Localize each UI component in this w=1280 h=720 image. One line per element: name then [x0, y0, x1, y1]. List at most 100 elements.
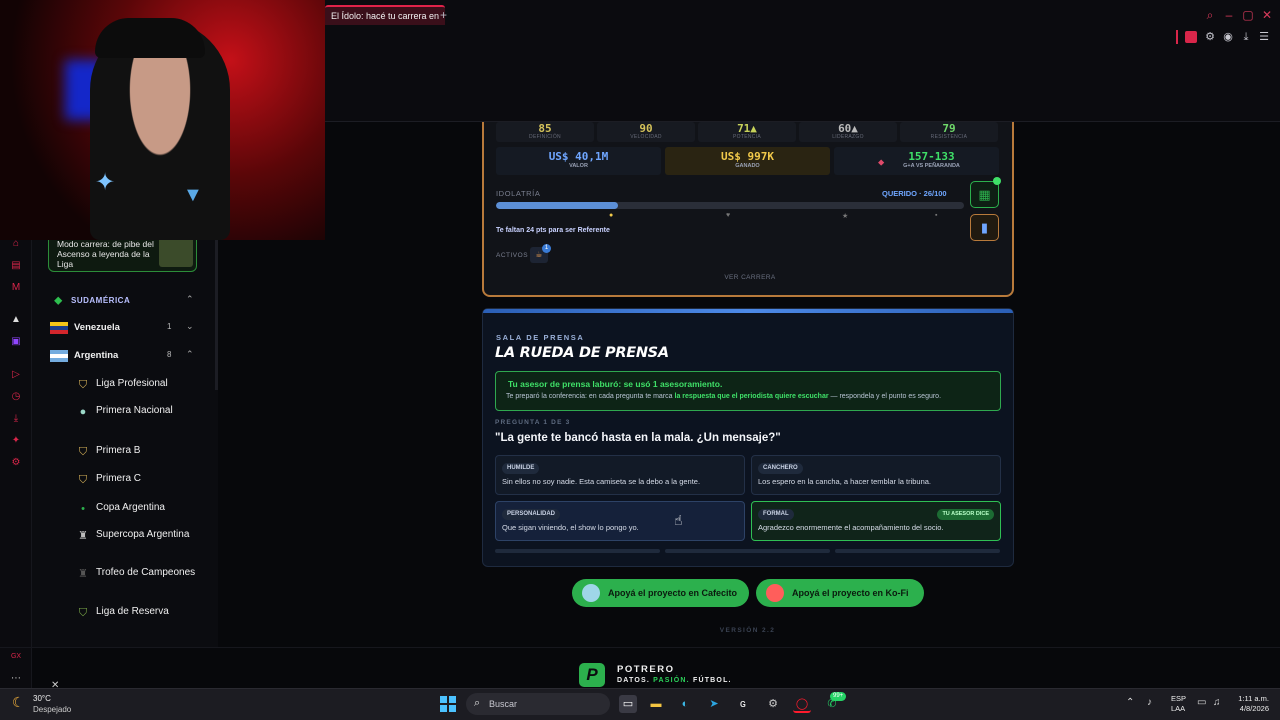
sidebar-app-icon[interactable]: ▤: [9, 259, 23, 273]
clock[interactable]: 1:11 a.m. 4/8/2026: [1233, 694, 1269, 714]
taskbar-search[interactable]: [466, 693, 610, 715]
tagline-part: DATOS.: [617, 677, 654, 684]
webcam-overlay: ✦ ▼: [0, 0, 325, 240]
idolatria-note: Te faltan 24 pts para ser Referente: [496, 227, 610, 234]
browser-tab[interactable]: El Ídolo: hacé tu carrera en: [325, 5, 446, 25]
chevron-up-icon: ⌃: [186, 294, 194, 304]
answer-tag: HUMILDE: [502, 463, 540, 474]
league-item[interactable]: ♜ Supercopa Argentina: [76, 529, 206, 555]
answer-text: Los espero en la cancha, a hacer temblar…: [758, 477, 932, 486]
ver-carrera-link[interactable]: VER CARRERA: [700, 274, 800, 281]
inventory-button[interactable]: ▮: [970, 214, 999, 241]
stat-tile: 90 VELOCIDAD: [597, 122, 695, 142]
downloads-icon[interactable]: ⤓: [1239, 30, 1253, 44]
weather-description: Despejado: [33, 705, 72, 714]
league-item[interactable]: ⛉ Liga Profesional: [76, 378, 206, 392]
question-progress-segment: [665, 549, 830, 553]
download-badge-icon[interactable]: [1185, 31, 1197, 43]
advisor-recommendation-badge: TU ASESOR DICE: [937, 509, 994, 520]
telegram-icon[interactable]: ➤: [705, 695, 723, 713]
profile-icon[interactable]: ◉: [1221, 30, 1235, 44]
money-label: VALOR: [569, 163, 588, 169]
kofi-icon: [766, 584, 784, 602]
region-sudamerica[interactable]: ⬥ SUDAMÉRICA ⌃: [48, 293, 198, 309]
network-icon[interactable]: ▭: [1197, 697, 1206, 708]
more-icon[interactable]: ⋯: [9, 672, 23, 686]
weather-moon-icon[interactable]: ☾: [12, 694, 25, 711]
clock-time: 1:11 a.m.: [1238, 694, 1269, 703]
keyboard-layout: LAA: [1171, 704, 1186, 713]
app-version: VERSIÓN 2.2: [719, 627, 776, 634]
menu-icon[interactable]: ☰: [1257, 30, 1271, 44]
mouse-cursor-icon: ☝: [674, 512, 683, 528]
extension-icon[interactable]: ✦: [9, 434, 23, 448]
answer-text: Sin ellos no soy nadie. Esta camiseta se…: [502, 477, 701, 486]
close-icon[interactable]: ✕: [1260, 8, 1274, 22]
language-indicator[interactable]: ESP LAA: [1171, 694, 1186, 714]
cafecito-button[interactable]: Apoyá el proyecto en Cafecito: [572, 579, 749, 607]
answer-option-humilde[interactable]: HUMILDE Sin ellos no soy nadie. Esta cam…: [495, 455, 745, 495]
sidebar-scrollbar[interactable]: [215, 240, 218, 390]
potrero-logo: P: [579, 663, 605, 687]
new-tab-button[interactable]: +: [440, 8, 447, 22]
settings-icon[interactable]: ⚙: [9, 456, 23, 470]
edge-icon[interactable]: ◐: [676, 695, 694, 713]
tray-chevron-icon[interactable]: ⌃: [1126, 697, 1134, 708]
idolatria-status: QUERIDO · 26/100: [882, 189, 947, 198]
minimize-icon[interactable]: –: [1222, 8, 1236, 22]
league-item[interactable]: ● Primera Nacional: [76, 405, 206, 431]
answer-text: Agradezco enormemente el acompañamiento …: [758, 523, 944, 532]
gx-icon[interactable]: GX: [9, 650, 23, 664]
app-icon[interactable]: ɢ: [734, 695, 752, 713]
windows-start-icon[interactable]: [440, 696, 456, 712]
trophy-icon: ♜: [78, 568, 88, 580]
microphone-icon[interactable]: ♪: [1147, 697, 1152, 708]
twitch-icon[interactable]: ▣: [9, 335, 23, 349]
sidebar-app-icon[interactable]: ▲: [9, 313, 23, 327]
close-panel-icon[interactable]: ✕: [51, 680, 59, 691]
extensions-icon[interactable]: ⚙: [1203, 30, 1217, 44]
answer-tag: CANCHERO: [758, 463, 803, 474]
volume-icon[interactable]: ♫: [1213, 697, 1221, 708]
history-icon[interactable]: ◷: [9, 390, 23, 404]
stat-label: LIDERAZGO: [832, 134, 864, 140]
advisor-title: Tu asesor de prensa laburó: se usó 1 ase…: [508, 379, 723, 389]
file-explorer-icon[interactable]: ▬: [647, 695, 665, 713]
league-item[interactable]: ⛉ Primera B: [76, 445, 206, 459]
maximize-icon[interactable]: ▢: [1241, 8, 1255, 22]
market-value-tile: US$ 40,1M VALOR: [496, 147, 661, 175]
press-kicker: SALA DE PRENSA: [496, 333, 585, 342]
footer-divider: [0, 647, 1280, 648]
answer-option-canchero[interactable]: CANCHERO Los espero en la cancha, a hace…: [751, 455, 1001, 495]
promo-text: Modo carrera: de pibe del Ascenso a leye…: [57, 239, 154, 269]
league-item[interactable]: • Copa Argentina: [76, 502, 206, 516]
search-icon: ⌕: [474, 697, 481, 709]
league-item[interactable]: ⛉ Primera C: [76, 473, 206, 487]
answer-option-formal[interactable]: FORMAL TU ASESOR DICE Agradezco enormeme…: [751, 501, 1001, 541]
stat-label: RESISTENCIA: [930, 134, 968, 140]
country-argentina[interactable]: Argentina 8 ⌃: [48, 347, 198, 365]
answer-option-personalidad[interactable]: PERSONALIDAD Que sigan viniendo, el show…: [495, 501, 745, 541]
download-icon[interactable]: ⤓: [9, 412, 23, 426]
kofi-button[interactable]: Apoyá el proyecto en Ko-Fi: [756, 579, 924, 607]
app-icon[interactable]: ⚙: [764, 695, 782, 713]
sidebar-app-icon[interactable]: M: [9, 281, 23, 295]
search-icon[interactable]: ⌕: [1203, 8, 1217, 22]
idolatria-label: IDOLATRÍA: [496, 189, 541, 198]
question-progress-segment: [495, 549, 660, 553]
league-name: Primera Nacional: [96, 405, 173, 416]
league-item[interactable]: ♜ Trofeo de Campeones: [76, 567, 206, 593]
league-item[interactable]: ⛉ Liga de Reserva: [76, 606, 206, 620]
flag-venezuela-icon: [50, 322, 68, 334]
shield-icon: ⛉: [78, 474, 88, 486]
play-icon[interactable]: ▷: [9, 368, 23, 382]
task-view-icon[interactable]: ▭: [619, 695, 637, 713]
advisor-text-pre: Te preparó la conferencia: en cada pregu…: [506, 393, 675, 400]
league-name: Supercopa Argentina: [96, 529, 190, 540]
opera-gx-icon[interactable]: ◯: [793, 695, 811, 713]
flag-argentina-icon: [50, 350, 68, 362]
country-venezuela[interactable]: Venezuela 1 ⌄: [48, 319, 198, 337]
money-value: US$ 40,1M: [548, 150, 609, 163]
league-name: Primera C: [96, 473, 142, 484]
shop-button[interactable]: ▦: [970, 181, 999, 208]
